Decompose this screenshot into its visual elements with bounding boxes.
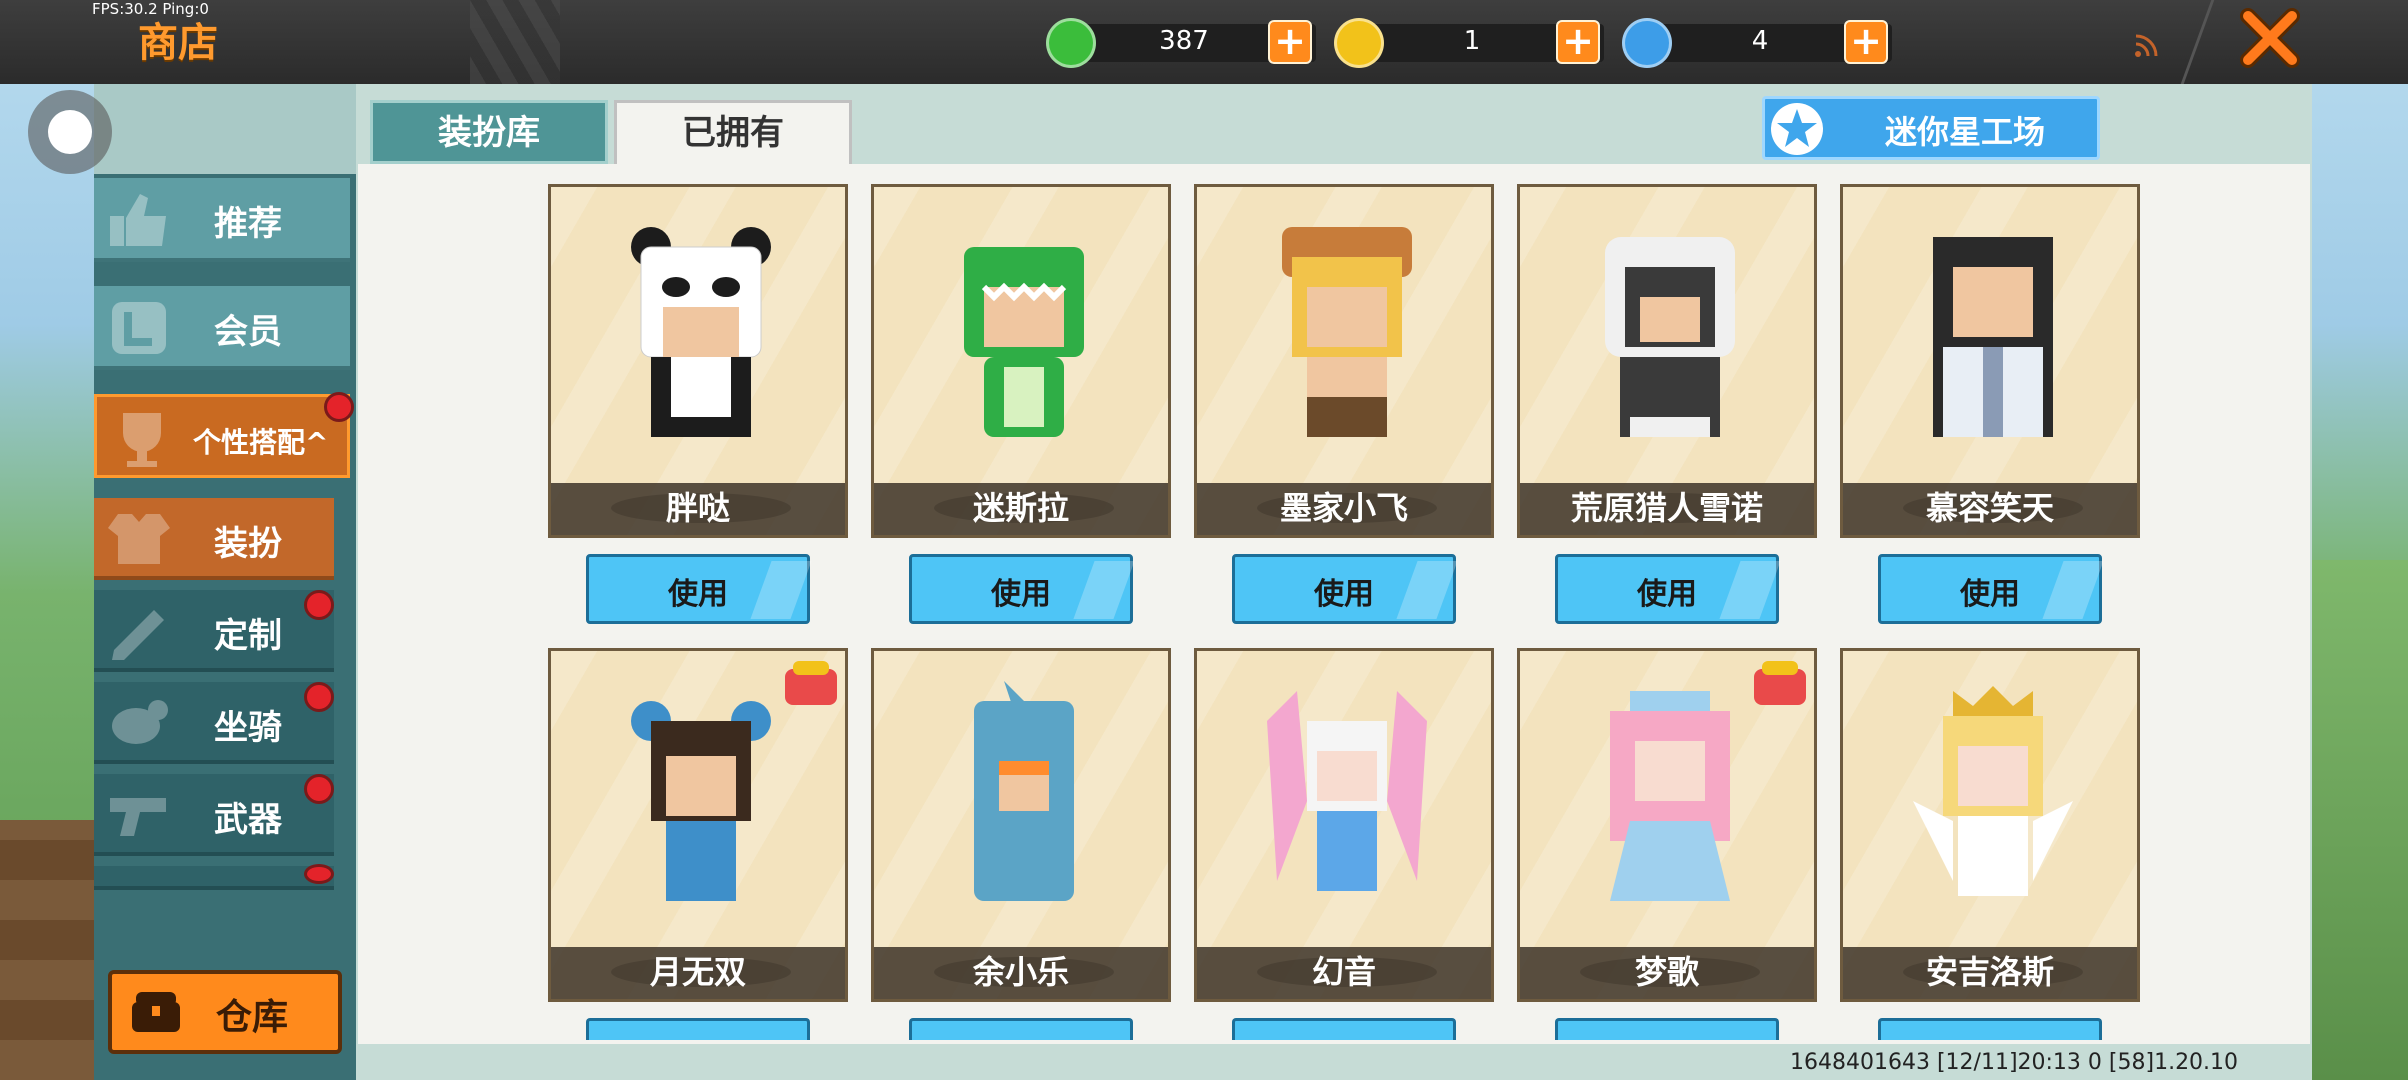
outfit-name: 月无双 xyxy=(649,953,746,991)
character-dino xyxy=(964,247,1084,437)
gun-icon xyxy=(110,798,166,836)
sidebar-item-member[interactable]: 会员 xyxy=(94,286,350,370)
sidebar-item-label: 会员 xyxy=(214,312,282,352)
swap-badge-icon xyxy=(785,661,837,705)
outfit-name: 荒原猎人雪诺 xyxy=(1570,489,1763,527)
use-label: 使用 xyxy=(1637,577,1697,612)
personal-label: 个性搭配 xyxy=(193,426,306,459)
circle-icon xyxy=(48,110,92,154)
page-title: 商店 xyxy=(138,20,218,66)
outfit-name: 安吉洛斯 xyxy=(1925,953,2054,991)
currency-value: 1 xyxy=(1463,26,1481,56)
use-button[interactable]: 使用 xyxy=(1232,554,1458,624)
sidebar-header xyxy=(94,84,356,174)
use-button[interactable] xyxy=(1878,1018,2102,1040)
warehouse-label: 仓库 xyxy=(216,997,289,1038)
use-button[interactable]: 使用 xyxy=(909,554,1135,624)
character-yuxiaole xyxy=(974,681,1074,901)
outfit-card[interactable]: 余小乐 xyxy=(871,648,1171,1002)
notification-dot xyxy=(304,774,334,804)
outfit-card[interactable]: 梦歌 xyxy=(1517,648,1817,1002)
pencil-icon xyxy=(112,610,164,660)
member-icon xyxy=(112,302,166,354)
sidebar-subitem-customize[interactable]: 定制 xyxy=(94,590,334,672)
use-label: 使用 xyxy=(1314,577,1374,612)
notification-dot xyxy=(304,590,334,620)
outfit-card[interactable]: 迷斯拉 xyxy=(871,184,1171,538)
character-huanyin xyxy=(1267,691,1427,891)
collapse-icon: ^ xyxy=(305,426,329,459)
build-info: 1648401643 [12/11]20:13 0 [58]1.20.10 xyxy=(1790,1050,2239,1075)
use-button[interactable]: 使用 xyxy=(1555,554,1781,624)
sidebar-item-label: 坐骑 xyxy=(214,708,282,748)
warehouse-button[interactable]: 仓库 xyxy=(108,970,342,1054)
mount-icon xyxy=(112,700,168,744)
swap-badge-icon xyxy=(1754,661,1806,705)
use-button[interactable]: 使用 xyxy=(1878,554,2104,624)
add-gem-button[interactable]: + xyxy=(1268,20,1312,64)
outfit-card[interactable]: 荒原猎人雪诺 xyxy=(1517,184,1817,538)
use-button[interactable] xyxy=(586,1018,810,1040)
outfit-card[interactable]: 墨家小飞 xyxy=(1194,184,1494,538)
signal-icon xyxy=(2135,34,2158,57)
add-gold-button[interactable]: + xyxy=(1556,20,1600,64)
sidebar-subitem-outfit[interactable]: 装扮 xyxy=(94,498,334,580)
use-label: 使用 xyxy=(1960,577,2020,612)
sidebar-item-recommend[interactable]: 推荐 xyxy=(94,178,350,262)
use-button[interactable] xyxy=(909,1018,1133,1040)
close-button[interactable] xyxy=(2238,6,2302,70)
chest-icon xyxy=(132,992,180,1032)
use-label: 使用 xyxy=(991,577,1051,612)
character-yuewushuang xyxy=(631,701,771,901)
outfit-name: 梦歌 xyxy=(1634,953,1699,991)
floating-menu-button[interactable] xyxy=(28,90,112,174)
mini-studio-button[interactable]: 迷你星工场 xyxy=(1762,96,2100,160)
scene-grass-right xyxy=(2310,560,2408,1080)
thumbs-up-icon xyxy=(110,194,166,246)
outfit-name: 慕容笑天 xyxy=(1925,489,2054,527)
character-hunter xyxy=(1605,237,1735,437)
star-icon xyxy=(1771,103,1823,155)
character-mengge xyxy=(1610,691,1730,901)
use-button[interactable] xyxy=(1555,1018,1779,1040)
outfit-name: 胖哒 xyxy=(665,489,730,527)
outfit-card[interactable]: 安吉洛斯 xyxy=(1840,648,2140,1002)
sidebar-item-label: 装扮 xyxy=(214,524,282,564)
use-button[interactable]: 使用 xyxy=(586,554,812,624)
outfit-name: 余小乐 xyxy=(972,953,1069,991)
add-blue-coin-button[interactable]: + xyxy=(1844,20,1888,64)
sidebar-item-label: 定制 xyxy=(214,616,282,656)
sidebar-subitem-mount[interactable]: 坐骑 xyxy=(94,682,334,764)
tab-outfit-library[interactable]: 装扮库 xyxy=(370,100,608,164)
sidebar-item-personal[interactable]: 个性搭配^ xyxy=(94,394,350,478)
outfit-card[interactable]: 月无双 xyxy=(548,648,848,1002)
outfit-name: 墨家小飞 xyxy=(1279,489,1408,527)
character-mojia xyxy=(1282,227,1412,437)
trophy-icon xyxy=(123,413,161,467)
outfit-card[interactable]: 幻音 xyxy=(1194,648,1494,1002)
sidebar-subitem-weapon[interactable]: 武器 xyxy=(94,774,334,856)
notification-dot xyxy=(304,682,334,712)
currency-value: 387 xyxy=(1159,26,1209,56)
use-button[interactable] xyxy=(1232,1018,1456,1040)
top-bar-decoration xyxy=(470,0,560,84)
tab-owned[interactable]: 已拥有 xyxy=(614,100,852,164)
outfit-icon xyxy=(108,514,170,564)
notification-dot xyxy=(304,864,334,884)
notification-dot xyxy=(324,392,354,422)
character-panda xyxy=(631,227,771,437)
mini-studio-label: 迷你星工场 xyxy=(1885,113,2046,151)
sidebar-subitem-more[interactable] xyxy=(94,866,334,890)
outfit-card[interactable]: 胖哒 xyxy=(548,184,848,538)
character-murong xyxy=(1933,237,2053,437)
sidebar-item-label: 推荐 xyxy=(214,204,282,244)
character-angelos xyxy=(1913,686,2073,896)
sidebar-item-label: 武器 xyxy=(214,800,282,840)
outfit-card[interactable]: 慕容笑天 xyxy=(1840,184,2140,538)
sidebar-item-label: 个性搭配^ xyxy=(193,421,328,461)
outfit-name: 迷斯拉 xyxy=(972,489,1069,527)
use-label: 使用 xyxy=(668,577,728,612)
currency-value: 4 xyxy=(1751,26,1769,56)
outfit-name: 幻音 xyxy=(1311,953,1376,991)
